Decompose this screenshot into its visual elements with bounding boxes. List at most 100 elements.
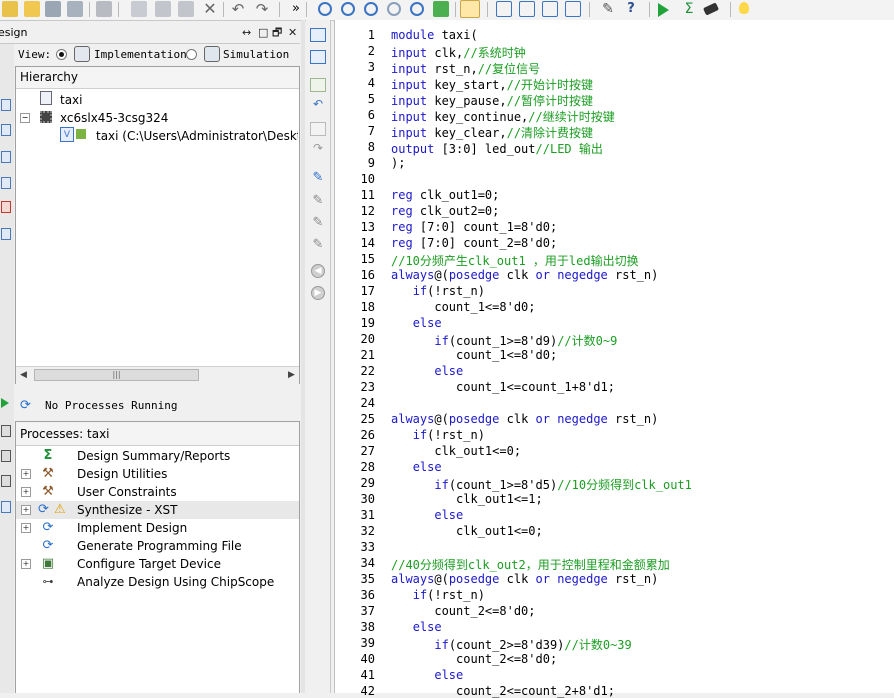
process-design-summary[interactable]: Σ Design Summary/Reports [16, 447, 299, 465]
undo-icon[interactable]: ↶ [230, 1, 246, 17]
code-line[interactable]: input key_start,//开始计时按键 [391, 76, 593, 93]
code-editor[interactable]: 1 module taxi(2 input clk,//系统时钟 3 input rst… [334, 20, 894, 698]
code-line[interactable]: output [3:0] led_out//LED 输出 [391, 140, 603, 157]
expand-icon[interactable]: + [21, 469, 31, 479]
expand-icon[interactable]: + [21, 505, 31, 515]
side-panel-icon[interactable] [1, 501, 11, 513]
zoom-full-icon[interactable] [364, 2, 378, 16]
run-process-icon[interactable] [1, 398, 9, 408]
code-line[interactable]: else [391, 668, 463, 682]
code-line[interactable]: //10分频产生clk_out1 ，用于led输出切换 [391, 252, 639, 269]
scroll-thumb[interactable]: ||| [34, 369, 199, 381]
zoom-in-icon[interactable] [318, 2, 332, 16]
bookmark-icon[interactable]: ✎ [310, 171, 326, 185]
redo-comment-icon[interactable]: ↷ [310, 141, 326, 155]
simulation-radio[interactable] [186, 49, 197, 60]
side-panel-icon[interactable] [1, 201, 11, 213]
code-line[interactable]: if(count_2>=8'd39)//计数0~39 [391, 636, 631, 653]
code-line[interactable]: always@(posedge clk or negedge rst_n) [391, 268, 658, 282]
process-user-constraints[interactable]: + ⚒ User Constraints [16, 483, 299, 501]
process-design-utilities[interactable]: + ⚒ Design Utilities [16, 465, 299, 483]
process-implement-design[interactable]: + ⟳ Implement Design [16, 519, 299, 537]
side-panel-icon[interactable] [1, 99, 11, 111]
restore-icon[interactable] [565, 1, 581, 17]
side-panel-icon[interactable] [1, 177, 11, 189]
code-line[interactable]: always@(posedge clk or negedge rst_n) [391, 572, 658, 586]
redo-icon[interactable]: ↷ [254, 1, 270, 17]
run-icon[interactable] [658, 3, 669, 17]
code-line[interactable]: input clk,//系统时钟 [391, 44, 526, 61]
zoom-back-icon[interactable] [410, 2, 424, 16]
zoom-fit-icon[interactable] [387, 2, 401, 16]
zoom-out-icon[interactable] [341, 2, 355, 16]
maximize-icon[interactable]: □ [258, 27, 268, 39]
code-line[interactable]: count_2<=count_2+8'd1; [391, 684, 615, 698]
save-icon[interactable] [45, 1, 61, 17]
scroll-left-icon[interactable]: ◀ [20, 370, 27, 380]
expand-icon[interactable]: + [21, 523, 31, 533]
code-line[interactable]: count_1<=8'd0; [391, 300, 535, 314]
side-panel-icon[interactable] [1, 124, 11, 136]
paste-icon[interactable] [178, 1, 194, 17]
code-line[interactable]: reg clk_out2=0; [391, 204, 499, 218]
code-line[interactable]: if(!rst_n) [391, 428, 485, 442]
tree-item-module[interactable]: V taxi (C:\Users\Administrator\Deskto [60, 127, 298, 145]
simulation-label[interactable]: Simulation [223, 48, 289, 61]
delete-icon[interactable]: ✕ [202, 1, 218, 17]
code-line[interactable]: if(!rst_n) [391, 284, 485, 298]
copy-icon[interactable] [155, 1, 171, 17]
open-folder-icon[interactable] [24, 1, 40, 17]
process-generate-programming-file[interactable]: ⟳ Generate Programming File [16, 537, 299, 555]
code-line[interactable]: count_2<=8'd0; [391, 604, 535, 618]
code-line[interactable]: else [391, 620, 442, 634]
side-panel-icon[interactable] [1, 450, 11, 462]
code-line[interactable]: reg clk_out1=0; [391, 188, 499, 202]
process-configure-target-device[interactable]: + ▣ Configure Target Device [16, 555, 299, 573]
code-line[interactable]: else [391, 508, 463, 522]
code-line[interactable]: if(count_1>=8'd5)//10分频得到clk_out1 [391, 476, 692, 493]
code-line[interactable]: //40分频得到clk_out2，用于控制里程和金额累加 [391, 556, 670, 573]
code-line[interactable]: input rst_n,//复位信号 [391, 60, 540, 77]
code-line[interactable]: if(!rst_n) [391, 588, 485, 602]
comment-lines-icon[interactable] [310, 78, 326, 92]
expand-icon[interactable]: + [21, 559, 31, 569]
code-line[interactable]: input key_clear,//清除计费按键 [391, 124, 593, 141]
help-icon[interactable]: ? [623, 1, 639, 17]
refresh-icon[interactable] [433, 1, 449, 17]
code-line[interactable]: reg [7:0] count_2=8'd0; [391, 236, 557, 250]
indent-left-icon[interactable] [310, 28, 326, 42]
code-line[interactable]: count_1<=count_1+8'd1; [391, 380, 615, 394]
code-line[interactable]: clk_out1<=0; [391, 524, 543, 538]
cut-icon[interactable] [131, 1, 147, 17]
uncomment-lines-icon[interactable] [310, 122, 326, 136]
undo-comment-icon[interactable]: ↶ [310, 97, 326, 111]
horizontal-scrollbar[interactable]: ◀ ||| ▶ [16, 366, 299, 384]
implementation-label[interactable]: Implementation [94, 48, 187, 61]
code-line[interactable]: reg [7:0] count_1=8'd0; [391, 220, 557, 234]
expand-icon[interactable]: + [21, 487, 31, 497]
side-panel-icon[interactable] [1, 425, 11, 437]
cascade-icon[interactable] [496, 1, 512, 17]
code-line[interactable]: module taxi( [391, 28, 478, 42]
code-line[interactable]: count_2<=8'd0; [391, 652, 557, 666]
prev-bookmark-icon[interactable]: ✎ [310, 216, 326, 230]
scroll-right-icon[interactable]: ▶ [288, 370, 295, 380]
print-icon[interactable] [96, 1, 112, 17]
next-bookmark-icon[interactable]: ✎ [310, 194, 326, 208]
code-line[interactable]: input key_continue,//继续计时按键 [391, 108, 615, 125]
back-icon[interactable]: ◀ [311, 264, 325, 278]
properties-icon[interactable]: ✎ [600, 1, 616, 17]
restore-window-icon[interactable]: 🗗 [272, 27, 282, 39]
select-icon[interactable] [460, 0, 480, 18]
code-line[interactable]: input key_pause,//暂停计时按键 [391, 92, 593, 109]
save-all-icon[interactable] [67, 1, 83, 17]
code-line[interactable]: else [391, 316, 442, 330]
code-line[interactable]: clk_out1<=0; [391, 444, 521, 458]
pane-splitter[interactable] [301, 20, 305, 693]
code-line[interactable]: always@(posedge clk or negedge rst_n) [391, 412, 658, 426]
lightbulb-icon[interactable] [739, 2, 749, 14]
toolbar-overflow-button[interactable]: » [292, 1, 300, 16]
sigma-icon[interactable]: Σ [681, 1, 697, 17]
code-line[interactable]: else [391, 460, 442, 474]
indent-right-icon[interactable] [310, 50, 326, 64]
